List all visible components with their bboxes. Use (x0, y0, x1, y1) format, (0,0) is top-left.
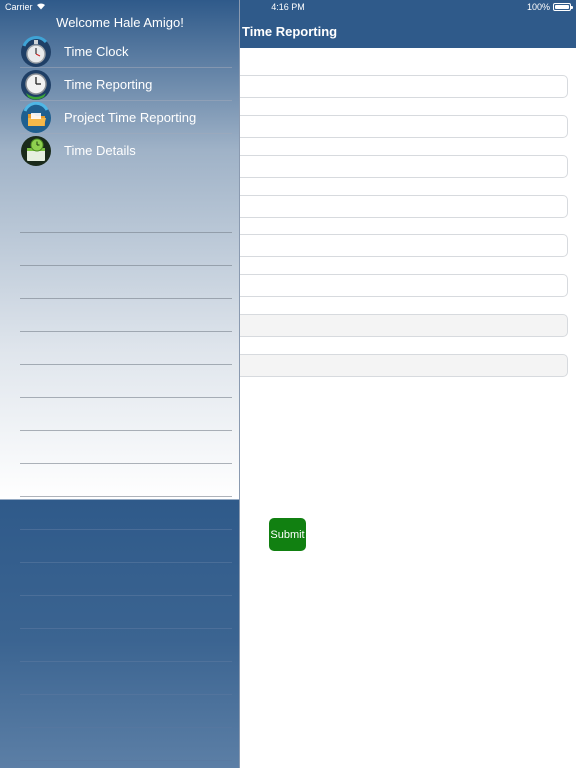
menu-divider (20, 628, 232, 629)
calendar-clock-icon (20, 135, 52, 167)
folder-icon (20, 101, 52, 134)
menu-divider (20, 265, 232, 266)
clock-icon (20, 69, 52, 101)
menu-divider (20, 595, 232, 596)
menu-divider (20, 496, 232, 497)
menu-item-label: Time Details (64, 143, 136, 158)
menu-divider (20, 232, 232, 233)
battery-indicator: 100% (526, 2, 573, 12)
menu-item-label: Project Time Reporting (64, 110, 197, 125)
form-field-3[interactable] (225, 155, 568, 178)
form-field-4[interactable] (225, 195, 568, 218)
menu-item-label: Time Clock (64, 44, 129, 59)
battery-icon (553, 3, 573, 11)
menu-divider (20, 727, 232, 728)
side-menu: Welcome Hale Amigo! Time Clock Time Repo… (0, 0, 240, 768)
menu-divider (20, 397, 232, 398)
form-field-5[interactable] (225, 234, 568, 257)
menu-divider (20, 562, 232, 563)
menu-divider (20, 529, 232, 530)
menu-divider (20, 694, 232, 695)
form-field-1[interactable] (225, 75, 568, 98)
menu-item-time-reporting[interactable]: Time Reporting (20, 68, 232, 101)
page-title: Time Reporting (242, 24, 338, 39)
form-field-8[interactable] (225, 354, 568, 377)
menu-divider (20, 298, 232, 299)
menu-divider (20, 463, 232, 464)
menu-divider (20, 331, 232, 332)
form-field-2[interactable] (225, 115, 568, 138)
menu-divider (20, 661, 232, 662)
battery-percent: 100% (526, 2, 550, 12)
menu-divider (20, 364, 232, 365)
status-bar: Carrier 4:16 PM 100% (0, 0, 576, 15)
submit-button[interactable]: Submit (269, 518, 306, 551)
welcome-text: Welcome Hale Amigo! (56, 15, 184, 30)
menu-item-time-clock[interactable]: Time Clock (20, 35, 232, 68)
status-time: 4:16 PM (271, 2, 305, 12)
menu-item-time-details[interactable]: Time Details (20, 134, 232, 167)
form-field-7[interactable] (225, 314, 568, 337)
stopwatch-icon (20, 36, 52, 68)
menu-item-project-time-reporting[interactable]: Project Time Reporting (20, 101, 232, 134)
menu-divider (20, 430, 232, 431)
menu-item-label: Time Reporting (64, 77, 153, 92)
form-field-6[interactable] (225, 274, 568, 297)
menu-divider (20, 760, 232, 761)
